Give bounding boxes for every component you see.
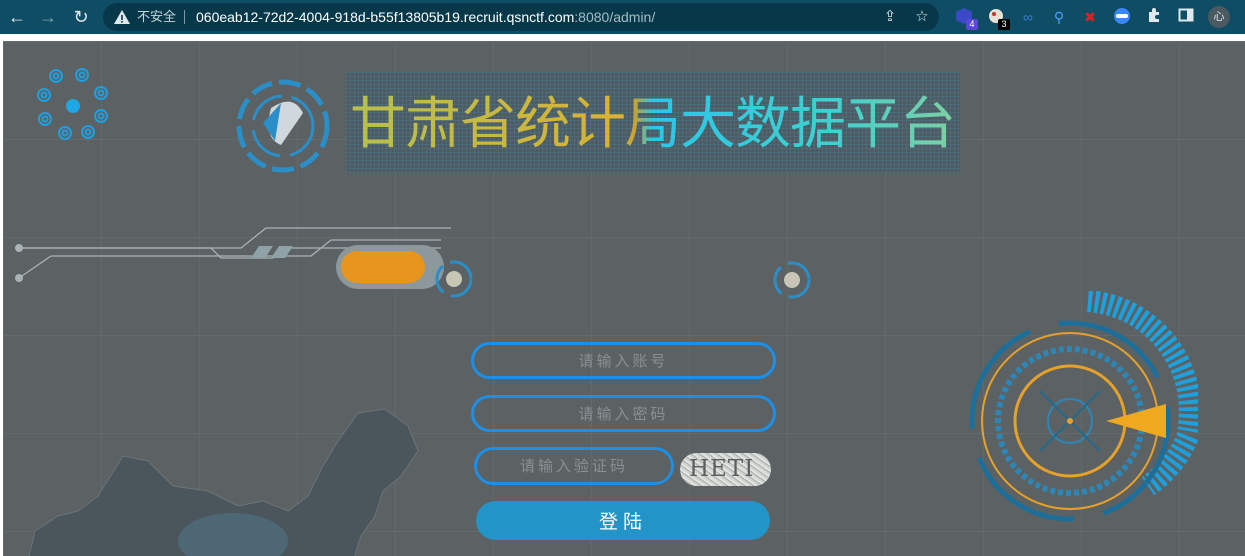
extension-x-icon[interactable]: ✖ [1080,7,1100,27]
browser-toolbar: ← → ↻ 不安全 060eab12-72d2-4004-918d-b55f13… [0,0,1245,34]
profile-avatar[interactable]: 心 [1208,6,1230,28]
url-host: 060eab12-72d2-4004-918d-b55f13805b19.rec… [196,9,575,25]
back-icon[interactable]: ← [6,6,28,28]
side-panel-icon[interactable] [1176,7,1196,27]
url-text[interactable]: 060eab12-72d2-4004-918d-b55f13805b19.rec… [196,8,655,26]
warning-icon [114,10,130,24]
password-input[interactable] [471,395,776,432]
captcha-image[interactable]: HETI [680,453,771,486]
address-bar[interactable]: 不安全 060eab12-72d2-4004-918d-b55f13805b19… [103,3,939,31]
share-icon[interactable]: ⇪ [881,8,899,26]
target-dot-decoration [435,260,473,298]
extension-cube-icon[interactable]: 4 [954,7,978,30]
logo-emblem-icon [236,79,330,173]
captcha-input[interactable] [474,447,674,485]
extensions-puzzle-icon[interactable] [1144,7,1164,27]
divider [184,10,185,24]
login-page: 甘肃省统计局大数据平台 请输入账号 请输入验证码 HETI 登陆 [3,41,1245,556]
captcha-text: HETI [689,456,755,482]
account-input[interactable] [471,342,776,379]
page-title: 甘肃省统计局大数据平台 [350,92,956,157]
toolbar-divider [0,34,1245,41]
insecure-label[interactable]: 不安全 [137,8,176,26]
extension-badge: 3 [998,19,1010,30]
reload-icon[interactable]: ↻ [70,6,92,28]
target-dot-decoration [773,261,811,299]
radar-gauge-decoration [969,291,1198,522]
url-path: :8080/admin/ [574,9,656,25]
extension-badge: 4 [966,19,978,30]
orange-bar-decoration [341,251,425,283]
extension-cookie-icon[interactable]: 3 [986,7,1010,30]
bookmark-star-icon[interactable]: ☆ [913,8,931,26]
dot-ring-decoration [37,68,108,140]
map-silhouette-decoration [28,408,419,556]
extension-link-icon[interactable]: ∞ [1018,7,1038,27]
extension-pin-icon[interactable]: ⚲ [1049,7,1069,27]
forward-icon[interactable]: → [37,6,59,28]
extension-mask-icon[interactable] [1112,7,1132,27]
login-button[interactable]: 登陆 [476,501,770,540]
